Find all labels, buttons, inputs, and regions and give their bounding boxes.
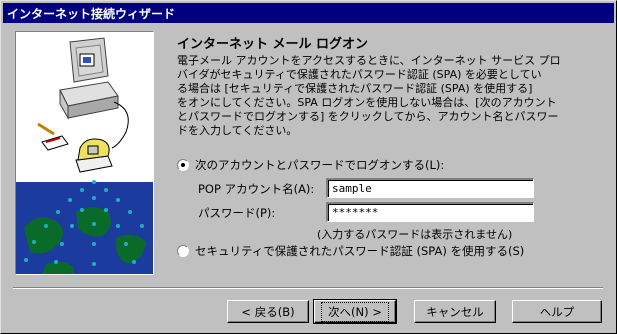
option-spa-label: セキュリティで保護されたパスワード認証 (SPA) を使用する(S) [195, 244, 525, 258]
option-account-password[interactable]: 次のアカウントとパスワードでログオンする(L): [177, 157, 444, 173]
separator-line [13, 287, 603, 289]
help-button-label: ヘルプ [539, 304, 575, 319]
window-title: インターネット接続ウィザード [7, 6, 176, 21]
option-spa[interactable]: セキュリティで保護されたパスワード認証 (SPA) を使用する(S) [177, 243, 524, 259]
help-button[interactable]: ヘルプ [512, 300, 602, 323]
password-note: (入力するパスワードは表示されません) [317, 228, 513, 241]
back-button-label: < 戻る(B) [241, 304, 295, 319]
computer-phone-globe-icon [16, 37, 153, 274]
password-input[interactable] [326, 202, 534, 222]
account-name-input[interactable] [326, 178, 534, 198]
radio-spa[interactable] [177, 245, 189, 257]
cancel-button-label: キャンセル [426, 304, 484, 319]
account-name-label: POP アカウント名(A): [198, 182, 315, 196]
page-heading: インターネット メール ログオン [177, 37, 369, 52]
wizard-illustration [15, 31, 154, 275]
back-button[interactable]: < 戻る(B) [227, 300, 309, 323]
next-button-label: 次へ(N) > [321, 301, 389, 322]
radio-account-password[interactable] [177, 159, 189, 171]
title-bar: インターネット接続ウィザード [3, 3, 614, 23]
option-account-password-label: 次のアカウントとパスワードでログオンする(L): [195, 158, 445, 172]
wizard-window: インターネット接続ウィザード インターネット メール ログオン 電子メール アカ… [0, 0, 617, 334]
next-button[interactable]: 次へ(N) > [313, 299, 397, 324]
password-label: パスワード(P): [198, 206, 276, 220]
cancel-button[interactable]: キャンセル [414, 300, 496, 323]
page-description: 電子メール アカウントをアクセスするときに、インターネット サービス プロ バイ… [177, 54, 561, 137]
